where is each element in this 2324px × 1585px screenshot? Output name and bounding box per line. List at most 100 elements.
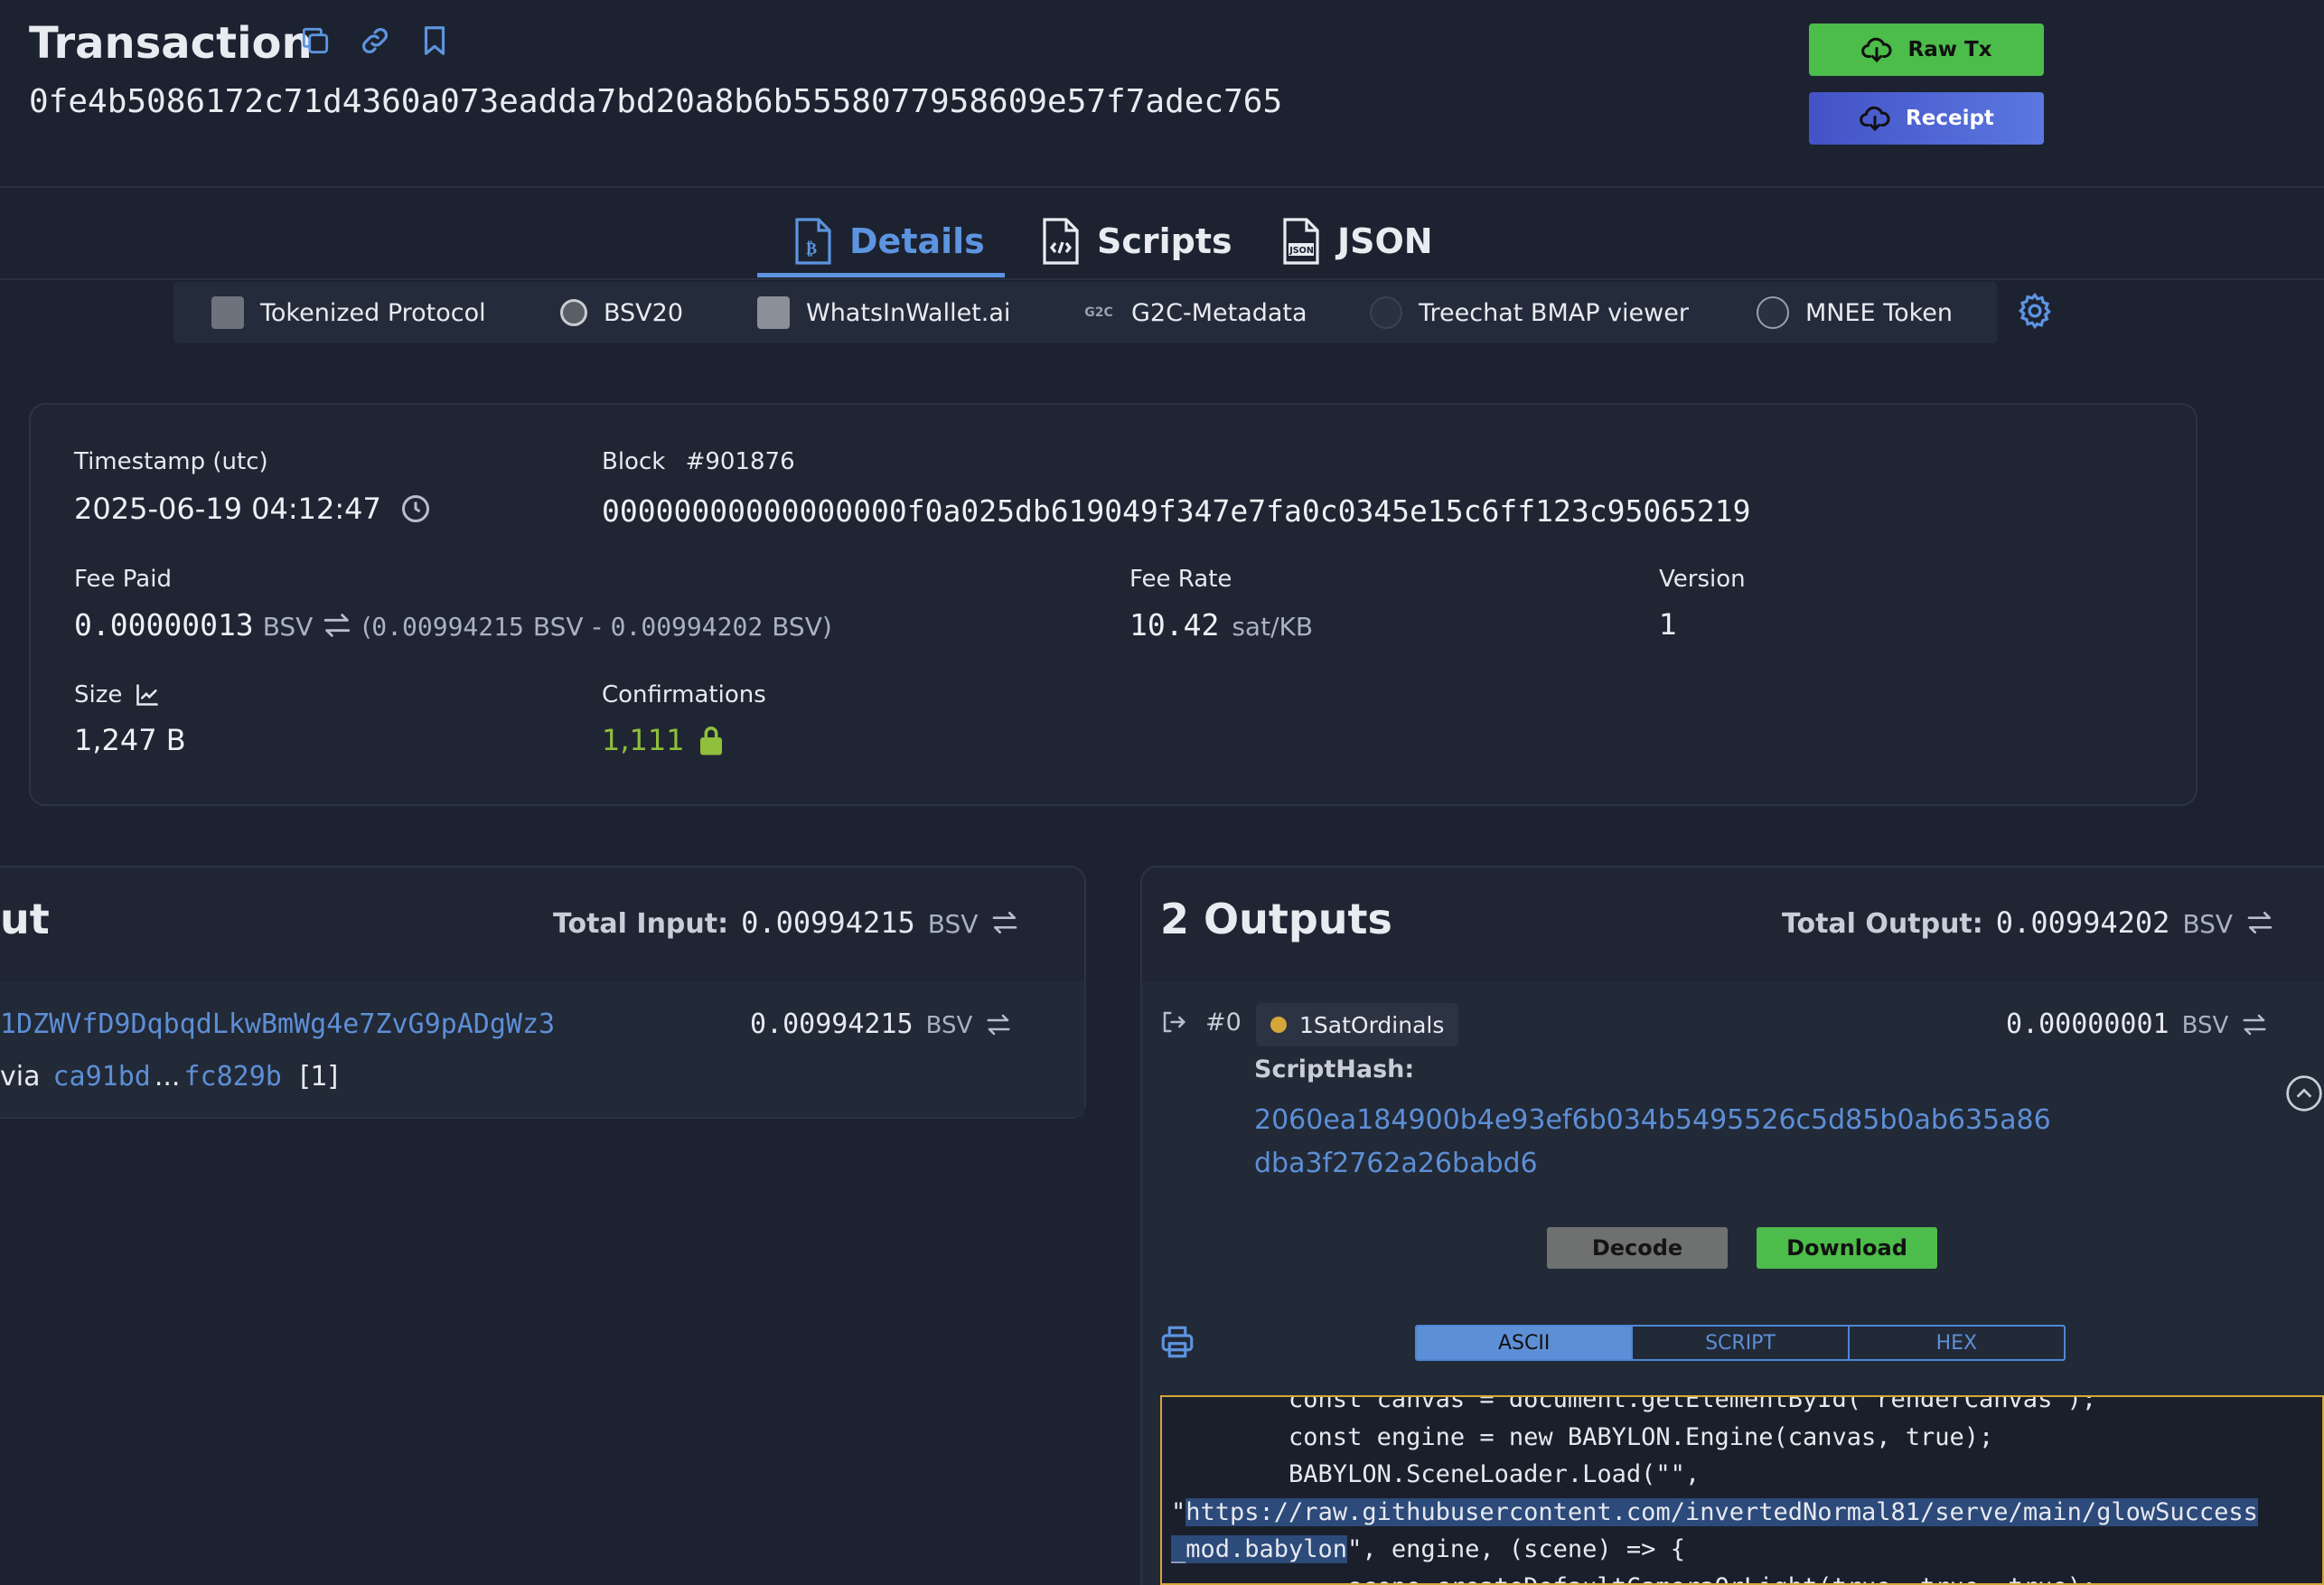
script-content[interactable]: const canvas = document.getElementById("… — [1160, 1395, 2324, 1585]
plugin-g2c[interactable]: G2C G2C-Metadata — [1082, 295, 1307, 331]
input-address[interactable]: 1DZWVfD9DqbqdLkwBmWg4e7ZvG9pADgWz3 — [0, 1008, 555, 1040]
cloud-download-icon — [1859, 102, 1891, 135]
tab-scripts-label: Scripts — [1097, 221, 1232, 261]
timestamp: 2025-06-19 04:12:47 — [74, 492, 432, 526]
fee-calc-output: 0.00994202 — [610, 612, 764, 642]
bitcoin-doc-icon: ₿ — [793, 218, 833, 265]
highlighted-url-end: _mod.babylon — [1171, 1535, 1348, 1563]
swap-icon[interactable] — [990, 910, 1019, 935]
decode-button[interactable]: Decode — [1547, 1227, 1728, 1269]
view-hex-tab[interactable]: HEX — [1850, 1327, 2064, 1359]
tab-scripts[interactable]: Scripts — [1041, 204, 1232, 278]
ordinal-dot-icon — [1270, 1017, 1287, 1033]
mnee-icon — [1757, 296, 1789, 329]
inputs-title: ut — [0, 895, 50, 943]
chart-icon[interactable] — [135, 682, 160, 708]
tab-details-label: Details — [849, 221, 985, 261]
header-divider — [0, 186, 2324, 188]
via-index: [1] — [299, 1061, 339, 1093]
view-script-tab[interactable]: SCRIPT — [1633, 1327, 1850, 1359]
fee-calc-minus: - — [592, 612, 602, 642]
total-input: Total Input: 0.00994215 BSV — [553, 905, 1019, 940]
raw-tx-label: Raw Tx — [1907, 38, 1992, 61]
fee-paid-unit: BSV — [262, 612, 314, 642]
cloud-download-icon — [1860, 33, 1893, 66]
timestamp-value: 2025-06-19 04:12:47 — [74, 492, 381, 526]
download-button[interactable]: Download — [1757, 1227, 1937, 1269]
total-output-value: 0.00994202 — [1995, 905, 2170, 940]
fee-calc-input-unit: BSV — [532, 612, 584, 642]
scripthash-line-2[interactable]: dba3f2762a26babd6 — [1254, 1148, 1538, 1179]
ordinals-badge[interactable]: 1SatOrdinals — [1256, 1003, 1459, 1046]
fee-calc-output-unit: BSV) — [772, 612, 832, 642]
svg-text:JSON: JSON — [1289, 246, 1314, 256]
code-line: const engine = new BABYLON.Engine(canvas… — [1171, 1422, 1994, 1451]
header-actions — [298, 23, 452, 58]
code-line: scene.createDefaultCameraOrLight(true, t… — [1171, 1573, 2096, 1584]
swap-icon[interactable] — [985, 1013, 1012, 1036]
block-hash[interactable]: 00000000000000000f0a025db619049f347e7fa0… — [602, 493, 1751, 529]
transaction-id: 0fe4b5086172c71d4360a073eadda7bd20a8b6b5… — [29, 83, 1283, 120]
output-amount-value: 0.00000001 — [2006, 1008, 2169, 1040]
fee-paid-value: 0.00000013 — [74, 607, 254, 642]
code-doc-icon — [1041, 218, 1081, 265]
plugin-tokenized[interactable]: Tokenized Protocol — [211, 295, 486, 331]
plugin-label: G2C-Metadata — [1131, 298, 1307, 327]
via-txid-start[interactable]: ca91bd — [52, 1061, 150, 1093]
view-ascii-tab[interactable]: ASCII — [1417, 1327, 1634, 1359]
total-output: Total Output: 0.00994202 BSV — [1782, 905, 2274, 940]
via-txid-end[interactable]: fc829b — [183, 1061, 281, 1093]
svg-text:₿: ₿ — [806, 239, 817, 258]
bookmark-icon[interactable] — [417, 23, 452, 58]
plugin-label: MNEE Token — [1805, 298, 1954, 327]
confirmations-value: 1,111 — [602, 723, 685, 757]
scripthash-line-1[interactable]: 2060ea184900b4e93ef6b034b5495526c5d85b0a… — [1254, 1104, 2051, 1136]
copy-icon[interactable] — [298, 23, 333, 58]
receipt-button[interactable]: Receipt — [1809, 92, 2044, 145]
plugin-label: WhatsInWallet.ai — [806, 298, 1011, 327]
plugin-mnee[interactable]: MNEE Token — [1757, 295, 1953, 331]
total-input-value: 0.00994215 — [741, 905, 915, 940]
collapse-icon[interactable] — [2284, 1074, 2324, 1113]
swap-icon[interactable] — [322, 612, 352, 639]
input-via: via ca91bd ... fc829b [1] — [0, 1061, 338, 1093]
total-output-unit: BSV — [2182, 909, 2234, 939]
code-line-prefix: " — [1171, 1497, 1186, 1526]
bsv20-icon — [560, 299, 587, 326]
block-number[interactable]: #901876 — [686, 448, 795, 475]
raw-tx-button[interactable]: Raw Tx — [1809, 23, 2044, 76]
tab-json[interactable]: JSON JSON — [1281, 204, 1433, 278]
print-icon[interactable] — [1158, 1323, 1196, 1361]
input-amount-value: 0.00994215 — [750, 1008, 914, 1040]
timestamp-label: Timestamp (utc) — [74, 448, 268, 475]
outputs-title: 2 Outputs — [1160, 895, 1392, 943]
swap-icon[interactable] — [2245, 910, 2274, 935]
fee-rate-value: 10.42 — [1129, 607, 1220, 642]
gear-icon[interactable] — [2015, 291, 2055, 331]
swap-icon[interactable] — [2241, 1013, 2268, 1036]
plugin-whatsinwallet[interactable]: WhatsInWallet.ai — [757, 295, 1010, 331]
active-tab-indicator — [757, 273, 1005, 277]
receipt-label: Receipt — [1906, 107, 1994, 130]
details-card — [29, 403, 2197, 806]
version-label: Version — [1659, 566, 1746, 593]
plugin-label: Tokenized Protocol — [260, 298, 486, 327]
total-input-label: Total Input: — [553, 908, 729, 940]
scripthash-label: ScriptHash: — [1254, 1055, 1415, 1083]
plugin-treechat[interactable]: Treechat BMAP viewer — [1370, 295, 1689, 331]
json-doc-icon: JSON — [1281, 218, 1321, 265]
tab-details[interactable]: ₿ Details — [793, 204, 985, 278]
plugin-bsv20[interactable]: BSV20 — [560, 295, 683, 331]
output-exit-icon — [1160, 1008, 1187, 1036]
confirmations-label: Confirmations — [602, 681, 766, 708]
output-amount-unit: BSV — [2181, 1012, 2229, 1039]
output-amount: 0.00000001 BSV — [2006, 1008, 2268, 1040]
whatsinwallet-icon — [757, 296, 790, 329]
fee-rate-label: Fee Rate — [1129, 566, 1232, 593]
inputs-list — [0, 981, 1084, 1117]
link-icon[interactable] — [358, 23, 392, 58]
code-line-suffix: ", engine, (scene) => { — [1347, 1535, 1685, 1563]
treechat-icon — [1370, 296, 1402, 329]
fee-rate: 10.42 sat/KB — [1129, 607, 1313, 642]
ordinals-badge-label: 1SatOrdinals — [1299, 1011, 1445, 1038]
